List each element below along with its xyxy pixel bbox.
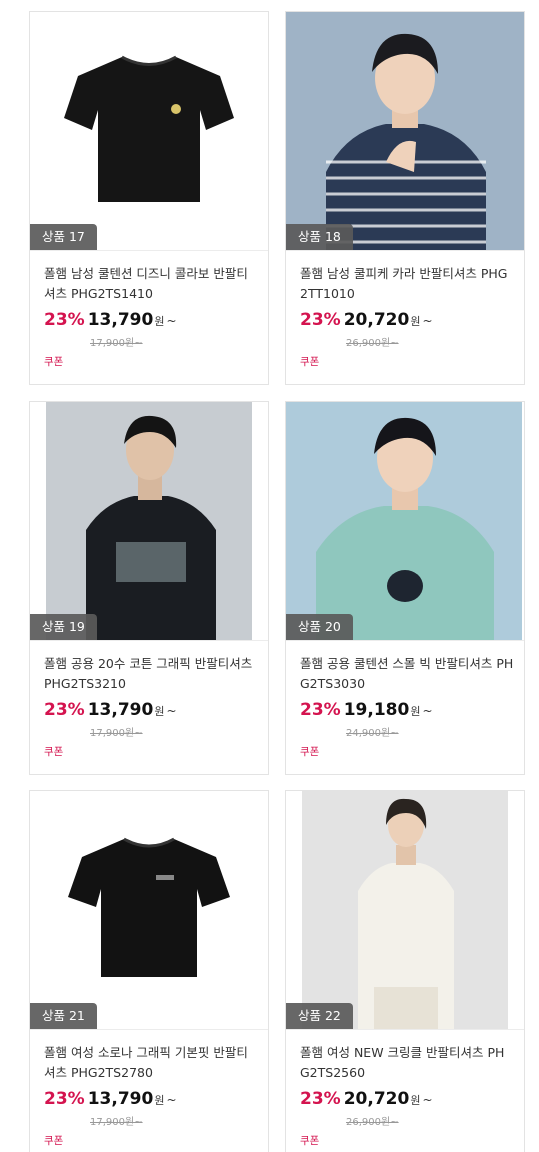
product-name[interactable]: 폴햄 여성 소로나 그래픽 기본핏 반팔티셔츠 PHG2TS2780 <box>44 1043 258 1083</box>
rank-badge: 상품 18 <box>286 224 353 250</box>
model-photo-icon <box>30 402 268 640</box>
discount-rate: 23% <box>44 700 85 720</box>
discount-rate: 23% <box>44 310 85 330</box>
currency-unit: 원 <box>410 1094 421 1107</box>
currency-unit: 원 <box>154 315 165 328</box>
price-row: 23% 20,720원 ~ <box>300 1089 433 1111</box>
price-row: 23% 13,790원 ~ <box>44 700 177 722</box>
original-price: 26,900원~ <box>346 338 399 349</box>
model-photo-icon <box>286 12 524 250</box>
price-row: 23% 19,180원 ~ <box>300 700 433 722</box>
product-name[interactable]: 폴햄 여성 NEW 크링클 반팔티셔츠 PHG2TS2560 <box>300 1043 514 1083</box>
product-image[interactable]: 상품 19 <box>30 402 268 641</box>
coupon-label[interactable]: 쿠폰 <box>44 1133 63 1148</box>
coupon-label[interactable]: 쿠폰 <box>44 744 63 759</box>
product-card[interactable]: 상품 20 폴햄 공용 쿨텐션 스몰 빅 반팔티셔츠 PHG2TS3030 23… <box>285 401 525 775</box>
price-tilde: ~ <box>422 1093 433 1107</box>
product-name[interactable]: 폴햄 남성 쿨피케 카라 반팔티셔츠 PHG2TT1010 <box>300 264 514 304</box>
price-tilde: ~ <box>166 1093 177 1107</box>
price-tilde: ~ <box>422 314 433 328</box>
price-tilde: ~ <box>422 704 433 718</box>
rank-badge: 상품 19 <box>30 614 97 640</box>
original-price: 26,900원~ <box>346 1117 399 1128</box>
sale-price: 19,180 <box>343 700 410 720</box>
product-card[interactable]: 상품 17 폴햄 남성 쿨텐션 디즈니 콜라보 반팔티셔츠 PHG2TS1410… <box>29 11 269 385</box>
product-image[interactable]: 상품 18 <box>286 12 524 251</box>
sale-price: 13,790 <box>87 310 154 330</box>
price-row: 23% 13,790원 ~ <box>44 1089 177 1111</box>
currency-unit: 원 <box>410 315 421 328</box>
sale-price: 20,720 <box>343 310 410 330</box>
original-price: 24,900원~ <box>346 728 399 739</box>
price-row: 23% 20,720원 ~ <box>300 310 433 332</box>
discount-rate: 23% <box>300 310 341 330</box>
product-card[interactable]: 상품 21 폴햄 여성 소로나 그래픽 기본핏 반팔티셔츠 PHG2TS2780… <box>29 790 269 1152</box>
rank-badge: 상품 22 <box>286 1003 353 1029</box>
product-card[interactable]: 상품 19 폴햄 공용 20수 코튼 그래픽 반팔티셔츠 PHG2TS3210 … <box>29 401 269 775</box>
product-card[interactable]: 상품 18 폴햄 남성 쿨피케 카라 반팔티셔츠 PHG2TT1010 23% 2… <box>285 11 525 385</box>
rank-badge: 상품 21 <box>30 1003 97 1029</box>
product-name[interactable]: 폴햄 남성 쿨텐션 디즈니 콜라보 반팔티셔츠 PHG2TS1410 <box>44 264 258 304</box>
product-image[interactable]: 상품 22 <box>286 791 524 1030</box>
coupon-label[interactable]: 쿠폰 <box>300 1133 319 1148</box>
model-photo-icon <box>286 791 524 1029</box>
sale-price: 20,720 <box>343 1089 410 1109</box>
currency-unit: 원 <box>154 1094 165 1107</box>
rank-badge: 상품 17 <box>30 224 97 250</box>
black-tshirt-icon <box>30 791 268 1029</box>
sale-price: 13,790 <box>87 700 154 720</box>
currency-unit: 원 <box>154 705 165 718</box>
price-tilde: ~ <box>166 314 177 328</box>
product-grid: 상품 17 폴햄 남성 쿨텐션 디즈니 콜라보 반팔티셔츠 PHG2TS1410… <box>0 0 539 1152</box>
original-price: 17,900원~ <box>90 728 143 739</box>
price-row: 23% 13,790원 ~ <box>44 310 177 332</box>
coupon-label[interactable]: 쿠폰 <box>300 354 319 369</box>
coupon-label[interactable]: 쿠폰 <box>44 354 63 369</box>
discount-rate: 23% <box>300 1089 341 1109</box>
product-card[interactable]: 상품 22 폴햄 여성 NEW 크링클 반팔티셔츠 PHG2TS2560 23%… <box>285 790 525 1152</box>
coupon-label[interactable]: 쿠폰 <box>300 744 319 759</box>
product-image[interactable]: 상품 17 <box>30 12 268 251</box>
product-image[interactable]: 상품 21 <box>30 791 268 1030</box>
model-photo-icon <box>286 402 524 640</box>
rank-badge: 상품 20 <box>286 614 353 640</box>
original-price: 17,900원~ <box>90 338 143 349</box>
discount-rate: 23% <box>44 1089 85 1109</box>
product-image[interactable]: 상품 20 <box>286 402 524 641</box>
black-tshirt-icon <box>30 12 268 250</box>
currency-unit: 원 <box>410 705 421 718</box>
price-tilde: ~ <box>166 704 177 718</box>
sale-price: 13,790 <box>87 1089 154 1109</box>
product-name[interactable]: 폴햄 공용 20수 코튼 그래픽 반팔티셔츠 PHG2TS3210 <box>44 654 258 694</box>
original-price: 17,900원~ <box>90 1117 143 1128</box>
product-name[interactable]: 폴햄 공용 쿨텐션 스몰 빅 반팔티셔츠 PHG2TS3030 <box>300 654 514 694</box>
discount-rate: 23% <box>300 700 341 720</box>
